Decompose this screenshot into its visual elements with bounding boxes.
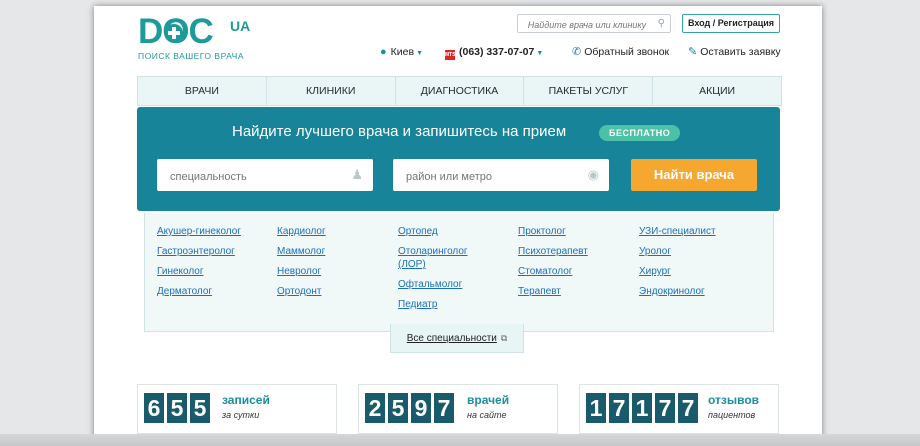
nav-item-diagnostics[interactable]: ДИАГНОСТИКА — [396, 77, 525, 105]
counter-digit: 1 — [586, 393, 606, 423]
specialty-link[interactable]: Дерматолог — [157, 285, 241, 298]
counter-digit: 7 — [434, 393, 454, 423]
logo[interactable]: DOC UA ПОИСК ВАШЕГО ВРАЧА — [138, 12, 278, 64]
specialty-link[interactable]: УЗИ-специалист — [639, 225, 716, 238]
nav-item-doctors[interactable]: ВРАЧИ — [138, 77, 267, 105]
page: DOC UA ПОИСК ВАШЕГО ВРАЧА ⚲ Вход / Регис… — [94, 6, 822, 446]
specialty-link[interactable]: Гинеколог — [157, 265, 241, 278]
location-pin-icon: ● — [380, 46, 387, 58]
counter-sub: на сайте — [467, 410, 507, 420]
counter-digit: 7 — [678, 393, 698, 423]
specialty-link[interactable]: Отоларинголог (ЛОР) — [398, 245, 478, 271]
specialty-link[interactable]: Психотерапевт — [518, 245, 588, 258]
counter-sub: пациентов — [708, 410, 756, 420]
specialty-link[interactable]: Маммолог — [277, 245, 326, 258]
counter-digit: 5 — [190, 393, 210, 423]
location-pin-icon: ◉ — [587, 167, 599, 182]
counter-digit: 6 — [144, 393, 164, 423]
district-field[interactable]: ◉ — [393, 159, 609, 191]
specialty-link[interactable]: Уролог — [639, 245, 716, 258]
counter-digits: 2 5 9 7 — [365, 393, 457, 423]
site-search[interactable]: ⚲ — [517, 14, 671, 33]
chevron-down-icon: ▼ — [536, 50, 544, 57]
nav-item-promotions[interactable]: АКЦИИ — [653, 77, 781, 105]
specialty-column: УЗИ-специалист Уролог Хирург Эндокриноло… — [639, 225, 716, 305]
specialty-link[interactable]: Проктолог — [518, 225, 588, 238]
specialty-link[interactable]: Невролог — [277, 265, 326, 278]
callback-link[interactable]: ✆ Обратный звонок — [572, 44, 669, 60]
free-badge: БЕСПЛАТНО — [599, 125, 681, 141]
specialty-field[interactable]: ♟ — [157, 159, 373, 191]
specialty-link[interactable]: Ортопед — [398, 225, 478, 238]
chevron-down-icon: ▼ — [416, 50, 423, 57]
specialty-link[interactable]: Ортодонт — [277, 285, 326, 298]
hero-title: Найдите лучшего врача и запишитесь на пр… — [232, 123, 567, 140]
doctors-counter: 2 5 9 7 врачей на сайте — [358, 384, 558, 434]
phone-icon: ✆ — [572, 46, 582, 58]
medical-cross-icon — [165, 24, 183, 42]
find-doctor-button[interactable]: Найти врача — [631, 159, 757, 191]
doctor-icon: ♟ — [351, 167, 363, 182]
specialty-link[interactable]: Эндокринолог — [639, 285, 716, 298]
counter-digit: 5 — [167, 393, 187, 423]
counter-label: врачей — [467, 393, 510, 407]
search-icon[interactable]: ⚲ — [658, 18, 665, 29]
specialty-input[interactable] — [168, 168, 342, 186]
specialties-panel: Акушер-гинеколог Гастроэнтеролог Гинекол… — [144, 213, 774, 332]
specialty-link[interactable]: Акушер-гинеколог — [157, 225, 241, 238]
counter-digit: 5 — [388, 393, 408, 423]
logo-suffix: UA — [230, 18, 251, 34]
main-nav: ВРАЧИ КЛИНИКИ ДИАГНОСТИКА ПАКЕТЫ УСЛУГ А… — [137, 76, 782, 106]
counter-digit: 9 — [411, 393, 431, 423]
specialty-link[interactable]: Офтальмолог — [398, 278, 478, 291]
specialty-column: Ортопед Отоларинголог (ЛОР) Офтальмолог … — [398, 225, 478, 318]
city-selector[interactable]: ● Киев ▼ — [380, 44, 423, 60]
district-input[interactable] — [404, 168, 578, 186]
login-button[interactable]: Вход / Регистрация — [682, 14, 780, 33]
counter-digit: 7 — [655, 393, 675, 423]
specialty-column: Акушер-гинеколог Гастроэнтеролог Гинекол… — [157, 225, 241, 305]
specialty-link[interactable]: Гастроэнтеролог — [157, 245, 241, 258]
callback-label: Обратный звонок — [584, 46, 670, 58]
request-label: Оставить заявку — [700, 46, 781, 58]
request-link[interactable]: ✎ Оставить заявку — [688, 44, 781, 60]
appointments-counter: 6 5 5 записей за сутки — [137, 384, 337, 434]
search-input[interactable] — [524, 16, 650, 33]
nav-item-packages[interactable]: ПАКЕТЫ УСЛУГ — [524, 77, 654, 105]
logo-tagline: ПОИСК ВАШЕГО ВРАЧА — [138, 51, 245, 61]
counter-label: записей — [222, 393, 270, 407]
counter-digit: 1 — [632, 393, 652, 423]
phone-selector[interactable]: MTS (063) 337-07-07 ▼ — [445, 44, 543, 60]
counter-digits: 1 7 1 7 7 — [586, 393, 701, 423]
specialty-link[interactable]: Стоматолог — [518, 265, 588, 278]
counter-sub: за сутки — [222, 410, 260, 420]
specialty-link[interactable]: Кардиолог — [277, 225, 326, 238]
all-specialties-button[interactable]: Все специальности ⧉ — [390, 324, 524, 353]
nav-item-clinics[interactable]: КЛИНИКИ — [267, 77, 396, 105]
specialty-column: Кардиолог Маммолог Невролог Ортодонт — [277, 225, 326, 305]
reviews-counter: 1 7 1 7 7 отзывов пациентов — [579, 384, 779, 434]
specialty-link[interactable]: Терапевт — [518, 285, 588, 298]
city-label: Киев — [390, 46, 415, 58]
page-bottom-bar — [0, 434, 920, 446]
expand-icon: ⧉ — [500, 333, 508, 343]
pencil-icon: ✎ — [688, 46, 698, 58]
phone-number: (063) 337-07-07 — [459, 46, 535, 58]
specialty-link[interactable]: Хирург — [639, 265, 716, 278]
counter-digit: 2 — [365, 393, 385, 423]
hero-search-panel: Найдите лучшего врача и запишитесь на пр… — [137, 107, 780, 211]
counter-label: отзывов — [708, 393, 760, 407]
counter-digit: 7 — [609, 393, 629, 423]
all-specialties-label: Все специальности — [406, 333, 497, 344]
operator-icon: MTS — [445, 50, 456, 60]
specialty-link[interactable]: Педиатр — [398, 298, 478, 311]
specialty-column: Проктолог Психотерапевт Стоматолог Терап… — [518, 225, 588, 305]
counter-digits: 6 5 5 — [144, 393, 213, 423]
